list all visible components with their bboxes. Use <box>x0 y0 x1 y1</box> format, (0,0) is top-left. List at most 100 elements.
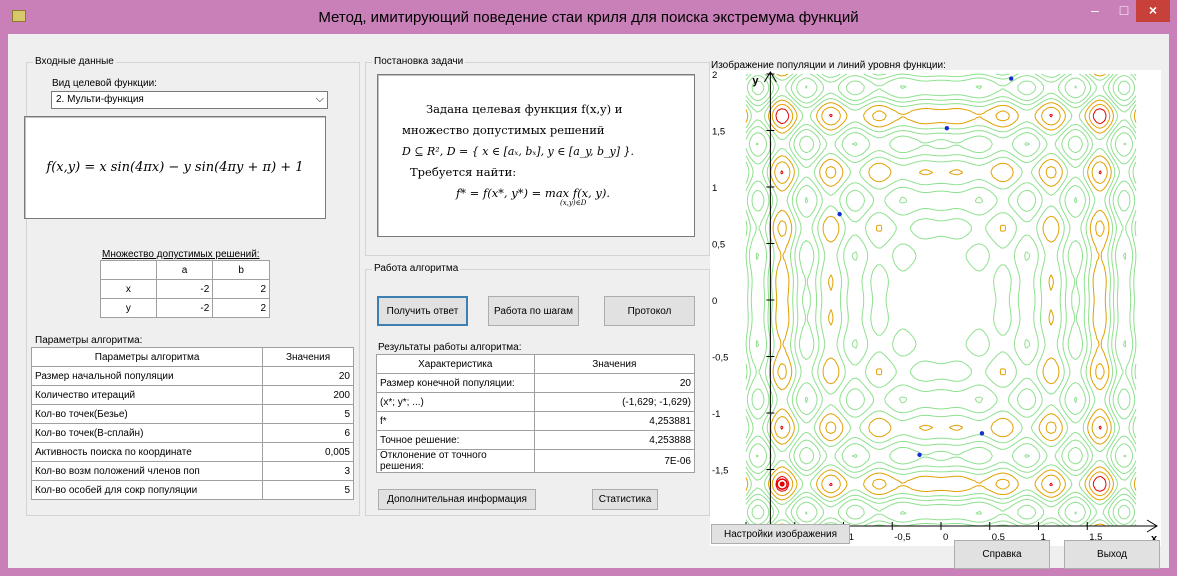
param-name: Количество итераций <box>30 385 264 405</box>
params-header-name: Параметры алгоритма <box>30 347 264 367</box>
client-area: Входные данные Вид целевой функции: 2. М… <box>8 34 1169 569</box>
domain-header-row: a b <box>100 260 270 280</box>
table-row: Размер конечной популяции: 20 <box>376 373 696 393</box>
param-name: Кол-во возм положений членов поп <box>30 461 264 481</box>
table-row: Активность поиска по координате 0,005 <box>30 442 354 462</box>
result-name: Точное решение: <box>376 430 535 450</box>
table-row: Кол-во особей для сокр популяции 5 <box>30 480 354 500</box>
statistics-button[interactable]: Статистика <box>592 489 658 510</box>
results-header-value: Значения <box>533 354 696 374</box>
param-value[interactable]: 5 <box>262 404 354 424</box>
domain-cell-a[interactable]: -2 <box>155 279 214 299</box>
problem-statement: Задана целевая функция f(x,y) и множеств… <box>377 74 695 237</box>
domain-table: a b x -2 2 y -2 2 <box>100 260 270 318</box>
result-value: 4,253888 <box>533 430 696 450</box>
domain-row-y: y -2 2 <box>100 298 270 318</box>
population-point <box>1009 76 1014 81</box>
problem-text: Задана целевая функция f(x,y) и множеств… <box>402 99 634 207</box>
get-answer-button[interactable]: Получить ответ <box>377 296 468 326</box>
problem-line: Задана целевая функция f(x,y) и <box>426 102 623 116</box>
exit-button[interactable]: Выход <box>1064 540 1160 569</box>
param-name: Размер начальной популяции <box>30 366 264 386</box>
param-value[interactable]: 0,005 <box>262 442 354 462</box>
table-row: (x*; y*; ...) (-1,629; -1,629) <box>376 392 696 412</box>
table-row: Точное решение: 4,253888 <box>376 430 696 450</box>
chevron-down-icon: ⌵ <box>315 93 324 105</box>
domain-header-blank <box>100 260 157 280</box>
close-button[interactable]: × <box>1136 0 1170 22</box>
params-header-row: Параметры алгоритма Значения <box>30 347 354 367</box>
param-name: Кол-во точек(B-сплайн) <box>30 423 264 443</box>
target-formula: f(x,y) = x sin(4πx) − y sin(4πy + π) + 1 <box>46 160 304 175</box>
y-tick-label: 1,5 <box>712 127 725 138</box>
param-value[interactable]: 200 <box>262 385 354 405</box>
result-value: 7E-06 <box>533 449 696 473</box>
population-point <box>944 126 950 131</box>
result-value: 4,253881 <box>533 411 696 431</box>
y-tick-label: 1 <box>712 183 717 194</box>
table-row: Размер начальной популяции 20 <box>30 366 354 386</box>
input-group-legend: Входные данные <box>33 56 116 67</box>
y-axis-label: y <box>752 75 759 87</box>
function-type-label: Вид целевой функции: <box>52 78 157 89</box>
result-name: (x*; y*; ...) <box>376 392 535 412</box>
domain-row-x: x -2 2 <box>100 279 270 299</box>
best-point <box>779 481 785 487</box>
domain-label: Множество допустимых решений: <box>102 249 260 260</box>
result-value: 20 <box>533 373 696 393</box>
title-bar[interactable]: Метод, имитирующий поведение стаи криля … <box>0 0 1177 34</box>
problem-line: Требуется найти: <box>410 165 517 179</box>
step-mode-button[interactable]: Работа по шагам <box>488 296 579 326</box>
table-row: Кол-во возм положений членов поп 3 <box>30 461 354 481</box>
population-point <box>837 211 842 217</box>
image-settings-button[interactable]: Настройки изображения <box>711 524 850 544</box>
domain-row-name: y <box>100 298 157 318</box>
table-row: f* 4,253881 <box>376 411 696 431</box>
result-name: Отклонение от точного решения: <box>376 449 535 473</box>
table-row: Количество итераций 200 <box>30 385 354 405</box>
y-tick-label: 2 <box>712 70 717 81</box>
function-select[interactable]: 2. Мульти-функция ⌵ <box>51 91 328 109</box>
result-name: Размер конечной популяции: <box>376 373 535 393</box>
params-label: Параметры алгоритма: <box>35 335 143 346</box>
domain-row-name: x <box>100 279 157 299</box>
result-value: (-1,629; -1,629) <box>533 392 696 412</box>
problem-line: множество допустимых решений <box>402 123 605 137</box>
help-button[interactable]: Справка <box>954 540 1050 569</box>
function-select-value: 2. Мульти-функция <box>56 94 144 105</box>
param-value[interactable]: 5 <box>262 480 354 500</box>
domain-header-b: b <box>212 260 270 280</box>
table-row: Отклонение от точного решения: 7E-06 <box>376 449 696 473</box>
y-tick-label: -0,5 <box>712 353 728 364</box>
x-tick-label: 0 <box>943 532 948 543</box>
y-tick-label: 0 <box>712 296 717 307</box>
problem-line: D ⊆ R², D = { x ∈ [aₓ, bₓ], y ∈ [a_y, b_… <box>402 145 635 158</box>
population-point <box>917 452 922 458</box>
params-header-value: Значения <box>262 347 354 367</box>
param-name: Кол-во точек(Безье) <box>30 404 264 424</box>
y-tick-label: 0,5 <box>712 240 725 251</box>
maximize-button[interactable]: □ <box>1110 0 1138 22</box>
result-name: f* <box>376 411 535 431</box>
results-header-name: Характеристика <box>376 354 535 374</box>
table-row: Кол-во точек(Безье) 5 <box>30 404 354 424</box>
window-title: Метод, имитирующий поведение стаи криля … <box>318 9 859 26</box>
results-label: Результаты работы алгоритма: <box>378 342 522 353</box>
param-value[interactable]: 20 <box>262 366 354 386</box>
formula-display: f(x,y) = x sin(4πx) − y sin(4πy + π) + 1 <box>24 116 326 219</box>
x-tick-label: -0,5 <box>894 532 910 543</box>
param-value[interactable]: 6 <box>262 423 354 443</box>
param-value[interactable]: 3 <box>262 461 354 481</box>
protocol-button[interactable]: Протокол <box>604 296 695 326</box>
y-tick-label: -1,5 <box>712 466 728 477</box>
domain-cell-b[interactable]: 2 <box>212 279 270 299</box>
contour-plot[interactable]: xy-2-1,5-1-0,500,511,521,510,50-0,5-1-1,… <box>710 70 1161 546</box>
results-header-row: Характеристика Значения <box>376 354 696 374</box>
domain-header-a: a <box>155 260 214 280</box>
y-tick-label: -1 <box>712 409 720 420</box>
domain-cell-b[interactable]: 2 <box>212 298 270 318</box>
domain-cell-a[interactable]: -2 <box>155 298 214 318</box>
more-info-button[interactable]: Дополнительная информация <box>378 489 536 510</box>
minimize-button[interactable]: – <box>1081 0 1109 22</box>
app-window: Метод, имитирующий поведение стаи криля … <box>0 0 1177 576</box>
